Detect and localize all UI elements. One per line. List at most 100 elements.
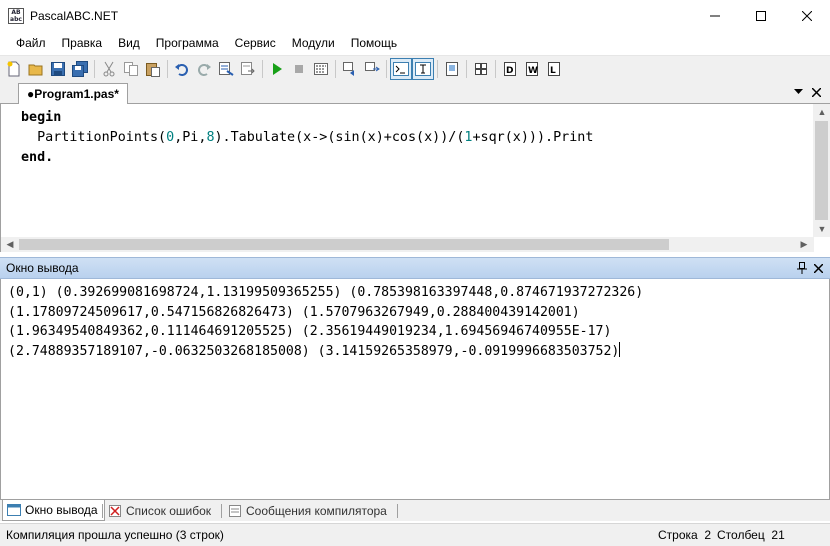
menu-modules[interactable]: Модули: [284, 31, 343, 55]
bottom-panel-tabs: Окно вывода Список ошибок Сообщения комп…: [0, 499, 830, 521]
tab-compiler-messages[interactable]: Сообщения компилятора: [224, 500, 393, 521]
tab-separator: [102, 504, 103, 518]
scroll-down-icon[interactable]: ▼: [814, 221, 830, 236]
redo-icon: [198, 63, 211, 76]
cut-icon: [103, 61, 115, 76]
new-file-icon: [7, 61, 20, 76]
modules-button[interactable]: [470, 58, 492, 80]
minimize-button[interactable]: [692, 0, 738, 31]
toolbar-separator: [335, 59, 336, 78]
menu-program[interactable]: Программа: [148, 31, 227, 55]
error-list-icon: [108, 504, 122, 518]
menu-edit[interactable]: Правка: [54, 31, 111, 55]
debug-window-icon: D: [504, 61, 516, 76]
editor-horizontal-scrollbar[interactable]: ◀ ▶: [1, 237, 814, 252]
scroll-up-icon[interactable]: ▲: [814, 104, 830, 119]
menu-service[interactable]: Сервис: [227, 31, 284, 55]
menu-view[interactable]: Вид: [110, 31, 148, 55]
output-window[interactable]: (0,1) (0.392699081698724,1.1319950936525…: [0, 279, 830, 499]
editor-horizontal-scroll-thumb[interactable]: [19, 239, 669, 250]
stop-icon: [295, 64, 303, 73]
status-row: Строка 2: [658, 528, 712, 542]
window-title: PascalABC.NET: [30, 8, 119, 23]
text-caret: [619, 341, 621, 357]
tab-program1[interactable]: ●Program1.pas*: [18, 83, 128, 104]
replace-button[interactable]: [237, 58, 259, 80]
app-logo-text-bottom: abc: [10, 15, 22, 23]
close-window-button[interactable]: [784, 0, 830, 31]
paste-button[interactable]: [142, 58, 164, 80]
toolbar-separator: [94, 59, 95, 78]
step-into-icon: [365, 61, 380, 71]
code-line-1: begin: [21, 110, 62, 125]
find-button[interactable]: [215, 58, 237, 80]
toolbar-separator: [495, 59, 496, 78]
compiler-messages-icon: [228, 504, 242, 518]
status-column: Столбец 21: [717, 528, 785, 542]
code-token: ,Pi,: [174, 130, 207, 145]
menu-help[interactable]: Помощь: [343, 31, 405, 55]
maximize-button[interactable]: [738, 0, 784, 31]
code-line-3: end.: [21, 150, 54, 165]
code-editor[interactable]: begin PartitionPoints(0,Pi,8).Tabulate(x…: [0, 104, 830, 252]
compile-icon: [314, 62, 328, 75]
status-message: Компиляция прошла успешно (3 строк): [6, 528, 224, 542]
code-text[interactable]: begin PartitionPoints(0,Pi,8).Tabulate(x…: [21, 108, 593, 168]
toolbar-separator: [437, 59, 438, 78]
copy-button[interactable]: [120, 58, 142, 80]
pin-panel-button[interactable]: [794, 260, 810, 276]
output-line: (2.74889357189107,-0.0632503268185008) (…: [8, 343, 620, 359]
tab-output-window-label: Окно вывода: [25, 503, 98, 517]
output-window-icon: [7, 503, 21, 517]
status-bar: Компиляция прошла успешно (3 строк) Стро…: [0, 523, 830, 546]
new-file-button[interactable]: [3, 58, 25, 80]
watch-button[interactable]: W: [521, 58, 543, 80]
editor-vertical-scroll-thumb[interactable]: [815, 121, 828, 220]
form-designer-icon: [446, 61, 458, 76]
tab-list-button[interactable]: [790, 84, 806, 100]
open-folder-icon: [28, 64, 43, 75]
run-button[interactable]: [266, 58, 288, 80]
text-mode-button[interactable]: [412, 57, 434, 80]
undo-button[interactable]: [171, 58, 193, 80]
tab-error-list[interactable]: Список ошибок: [104, 500, 217, 521]
editor-gutter: [1, 104, 19, 237]
title-bar: AB abc PascalABC.NET: [0, 0, 830, 31]
app-logo-icon: AB abc: [8, 7, 24, 24]
toolbar-separator: [167, 59, 168, 78]
copy-icon: [124, 61, 138, 76]
tab-output-window[interactable]: Окно вывода: [2, 500, 105, 521]
step-over-button[interactable]: [339, 58, 361, 80]
close-tab-button[interactable]: [808, 84, 824, 100]
redo-button[interactable]: [193, 58, 215, 80]
cut-button[interactable]: [98, 58, 120, 80]
close-icon: [802, 10, 812, 21]
save-all-button[interactable]: [69, 58, 91, 80]
close-panel-button[interactable]: [810, 260, 826, 276]
scroll-right-icon[interactable]: ▶: [796, 237, 812, 252]
output-line: (1.96349540849362,0.111464691205525) (2.…: [8, 324, 612, 339]
console-icon: [393, 61, 409, 76]
compile-button[interactable]: [310, 58, 332, 80]
console-mode-button[interactable]: [390, 57, 412, 80]
app-logo-text-top: AB: [11, 8, 21, 16]
maximize-icon: [756, 10, 766, 21]
save-button[interactable]: [47, 58, 69, 80]
close-icon: [813, 263, 823, 273]
code-token: ).Tabulate(x->(sin(x)+cos(x))/(: [214, 130, 465, 145]
toolbar-separator: [386, 59, 387, 78]
open-button[interactable]: [25, 58, 47, 80]
editor-vertical-scrollbar[interactable]: ▲ ▼: [813, 104, 830, 237]
text-mode-icon: [415, 61, 431, 76]
scroll-left-icon[interactable]: ◀: [2, 237, 18, 252]
pin-icon: [797, 262, 807, 274]
code-line-2: PartitionPoints(0,Pi,8).Tabulate(x->(sin…: [21, 130, 593, 145]
locals-button[interactable]: L: [543, 58, 565, 80]
menu-file[interactable]: Файл: [8, 31, 54, 55]
step-into-button[interactable]: [361, 58, 383, 80]
toolbar: D W L: [0, 55, 830, 81]
form-designer-button[interactable]: [441, 58, 463, 80]
stop-button[interactable]: [288, 58, 310, 80]
tab-separator: [221, 504, 222, 518]
debug-window-button[interactable]: D: [499, 58, 521, 80]
